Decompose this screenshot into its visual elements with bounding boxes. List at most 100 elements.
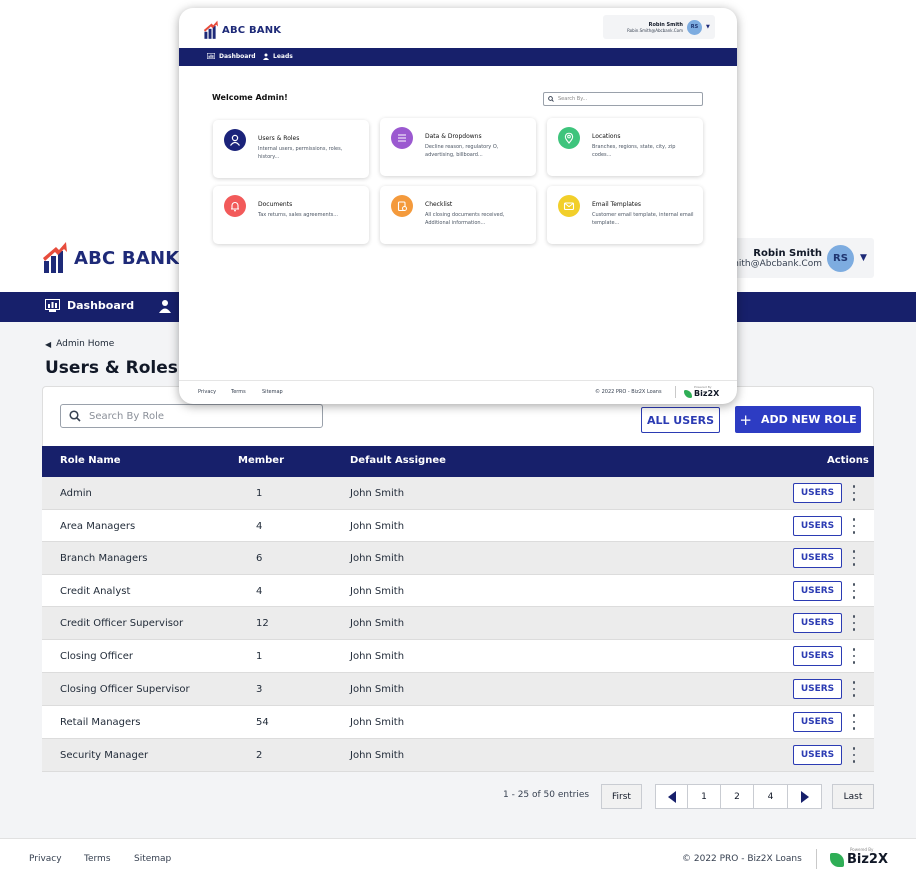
more-options-icon[interactable] (850, 485, 858, 501)
powered-by-label: Powered By (850, 847, 874, 852)
card-title: Checklist (425, 201, 453, 208)
column-header-member[interactable]: Member (238, 455, 284, 466)
search-icon (548, 96, 554, 102)
nav-item-leads[interactable] (159, 299, 171, 313)
person-icon (159, 300, 171, 313)
footer: Privacy Terms Sitemap © 2022 PRO - Biz2X… (0, 838, 916, 879)
preview-sitemap-link[interactable]: Sitemap (262, 389, 283, 395)
column-header-actions: Actions (827, 455, 869, 466)
terms-link[interactable]: Terms (84, 854, 111, 864)
user-menu[interactable]: Robin Smith Robin.Smith@Abcbank.Com RS ▼ (726, 238, 874, 278)
page-button-2[interactable]: 2 (720, 784, 754, 809)
admin-card[interactable]: Documents Tax returns, sales agreements..… (213, 186, 369, 244)
cell-member-count: 4 (256, 586, 263, 597)
cell-default-assignee: John Smith (350, 684, 405, 695)
cell-default-assignee: John Smith (350, 488, 405, 499)
card-title: Documents (258, 201, 293, 208)
page-button-4[interactable]: 4 (753, 784, 788, 809)
add-new-role-label: ADD NEW ROLE (760, 413, 857, 426)
dashboard-icon (207, 53, 215, 59)
more-options-icon[interactable] (850, 648, 858, 664)
preview-footer: Privacy Terms Sitemap © 2022 PRO - Biz2X… (179, 380, 737, 404)
card-description: Decline reason, regulatory O, advertisin… (425, 144, 499, 158)
cell-member-count: 12 (256, 618, 269, 629)
chevron-down-icon[interactable]: ▼ (706, 24, 710, 30)
welcome-heading: Welcome Admin! (212, 93, 288, 102)
preview-user-email: Robin.Smith@Abcbank.Com (627, 27, 683, 33)
column-header-role[interactable]: Role Name (60, 455, 121, 466)
cell-member-count: 4 (256, 521, 263, 532)
users-button[interactable]: USERS (793, 679, 842, 699)
card-description: Branches, regions, state, city, zip code… (592, 144, 676, 158)
preview-avatar[interactable]: RS (687, 19, 702, 35)
more-options-icon[interactable] (850, 747, 858, 763)
more-options-icon[interactable] (850, 681, 858, 697)
users-button[interactable]: USERS (793, 548, 842, 568)
more-options-icon[interactable] (850, 714, 858, 730)
nav-item-dashboard[interactable]: Dashboard (45, 299, 134, 312)
users-button[interactable]: USERS (793, 745, 842, 765)
admin-card[interactable]: Locations Branches, regions, state, city,… (547, 118, 703, 176)
admin-card[interactable]: Checklist All closing documents received,… (380, 186, 536, 244)
prev-page-button[interactable] (655, 784, 688, 809)
users-button[interactable]: USERS (793, 516, 842, 536)
cell-role-name: Area Managers (60, 521, 136, 532)
admin-card[interactable]: Email Templates Customer email template, … (547, 186, 703, 244)
sitemap-link[interactable]: Sitemap (134, 854, 171, 864)
bank-logo[interactable]: ABC BANK (42, 241, 179, 275)
last-page-button[interactable]: Last (832, 784, 874, 809)
card-description: Tax returns, sales agreements... (258, 212, 339, 218)
preview-nav-leads[interactable]: Leads (263, 53, 293, 60)
breadcrumb[interactable]: ◀ Admin Home (45, 339, 114, 349)
more-options-icon[interactable] (850, 615, 858, 631)
users-button[interactable]: USERS (793, 581, 842, 601)
bank-logo-icon (43, 242, 67, 273)
preview-user-menu[interactable]: Robin Smith Robin.Smith@Abcbank.Com RS ▼ (603, 15, 715, 39)
cell-role-name: Retail Managers (60, 717, 141, 728)
caret-left-icon: ◀ (45, 339, 52, 349)
users-button[interactable]: USERS (793, 646, 842, 666)
page-button-1[interactable]: 1 (687, 784, 721, 809)
preview-privacy-link[interactable]: Privacy (198, 389, 216, 395)
preview-bank-logo[interactable]: ABC BANK (203, 20, 281, 40)
first-page-button[interactable]: First (601, 784, 642, 809)
users-button[interactable]: USERS (793, 613, 842, 633)
cell-role-name: Credit Officer Supervisor (60, 618, 184, 629)
cell-role-name: Security Manager (60, 750, 149, 761)
search-input[interactable]: Search By Role (60, 404, 323, 428)
cell-member-count: 54 (256, 717, 269, 728)
table-row: Closing Officer 1 John Smith USERS (42, 640, 874, 673)
admin-card[interactable]: Users & Roles Internal users, permissions… (213, 120, 369, 178)
preview-terms-link[interactable]: Terms (231, 389, 246, 395)
card-description: Customer email template, internal email … (592, 212, 694, 226)
bank-logo-icon (203, 20, 218, 39)
add-new-role-button[interactable]: + ADD NEW ROLE (735, 406, 861, 433)
column-header-assignee[interactable]: Default Assignee (350, 455, 446, 466)
users-button[interactable]: USERS (793, 483, 842, 503)
users-button[interactable]: USERS (793, 712, 842, 732)
avatar[interactable]: RS (827, 244, 854, 272)
more-options-icon[interactable] (850, 583, 858, 599)
card-title: Data & Dropdowns (425, 133, 482, 140)
cell-member-count: 6 (256, 553, 263, 564)
user-name: Robin Smith (753, 247, 822, 259)
admin-card[interactable]: Data & Dropdowns Decline reason, regulato… (380, 118, 536, 176)
cell-member-count: 1 (256, 651, 263, 662)
preview-brand-name: ABC BANK (222, 24, 282, 36)
cell-member-count: 3 (256, 684, 263, 695)
caret-right-icon (800, 790, 809, 803)
preview-biz2x-logo-text: Biz2X (694, 389, 720, 398)
all-users-button[interactable]: ALL USERS (641, 407, 720, 433)
privacy-link[interactable]: Privacy (29, 854, 62, 864)
preview-search-input[interactable]: Search By... (543, 92, 703, 106)
page-title: Users & Roles (45, 358, 178, 378)
more-options-icon[interactable] (850, 550, 858, 566)
table-row: Retail Managers 54 John Smith USERS (42, 706, 874, 739)
next-page-button[interactable] (787, 784, 822, 809)
chevron-down-icon[interactable]: ▼ (860, 253, 867, 263)
search-placeholder: Search By Role (89, 410, 165, 422)
more-options-icon[interactable] (850, 518, 858, 534)
card-description: Internal users, permissions, roles, hist… (258, 146, 343, 160)
cell-default-assignee: John Smith (350, 651, 405, 662)
preview-nav-dashboard[interactable]: Dashboard (207, 53, 256, 60)
